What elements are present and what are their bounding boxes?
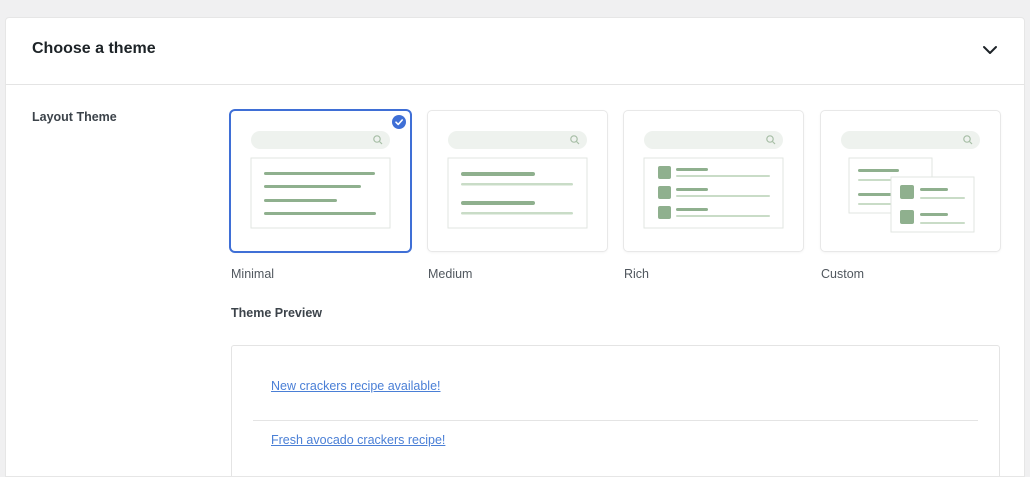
- custom-thumbnail: [841, 131, 980, 233]
- theme-panel: Choose a theme Layout Theme Minimal Medi…: [5, 17, 1025, 477]
- panel-header[interactable]: Choose a theme: [6, 18, 1024, 85]
- theme-preview-box: New crackers recipe available! Fresh avo…: [231, 345, 1000, 476]
- theme-card-medium[interactable]: [428, 111, 607, 251]
- theme-label-minimal: Minimal: [231, 267, 275, 281]
- theme-preview-label: Theme Preview: [231, 306, 323, 320]
- chevron-down-icon[interactable]: [980, 40, 1000, 60]
- panel-title: Choose a theme: [32, 40, 156, 57]
- theme-label-custom: Custom: [821, 267, 865, 281]
- preview-link[interactable]: New crackers recipe available!: [271, 379, 441, 393]
- theme-label-rich: Rich: [624, 267, 650, 281]
- layout-theme-label: Layout Theme: [32, 110, 117, 124]
- theme-label-medium: Medium: [428, 267, 473, 281]
- preview-link[interactable]: Fresh avocado crackers recipe!: [271, 433, 445, 447]
- theme-card-rich[interactable]: [624, 111, 803, 251]
- minimal-thumbnail: [250, 131, 391, 229]
- rich-thumbnail: [643, 131, 784, 229]
- theme-options: [231, 111, 1001, 251]
- theme-card-minimal[interactable]: [231, 111, 410, 251]
- medium-thumbnail: [447, 131, 588, 229]
- theme-card-custom[interactable]: [821, 111, 1000, 251]
- selected-check-icon: [392, 115, 406, 129]
- preview-divider: [253, 420, 978, 421]
